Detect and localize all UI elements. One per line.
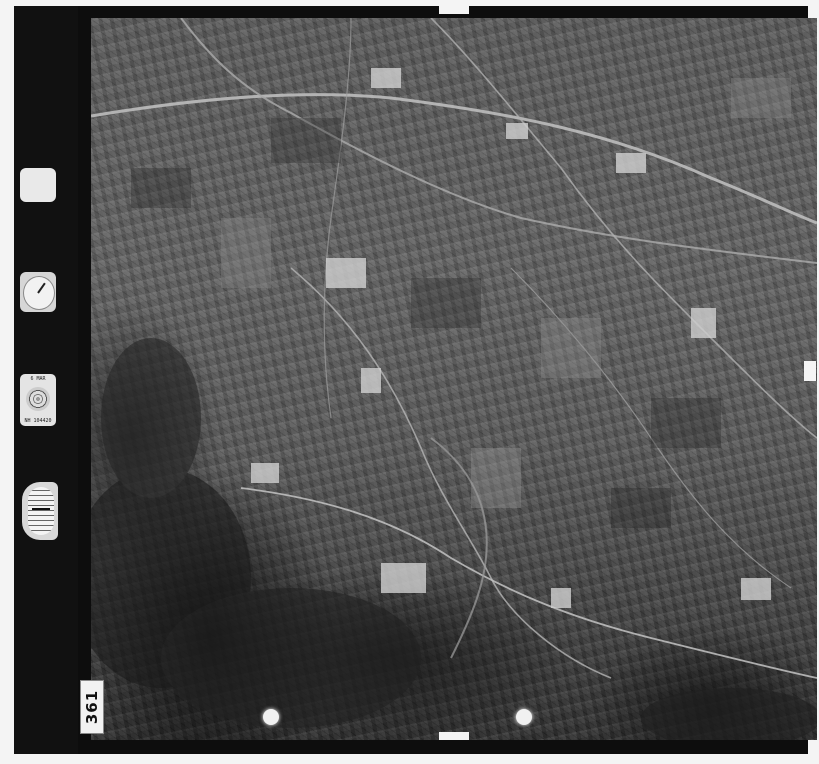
fiducial-notch-right	[804, 361, 816, 381]
altimeter-needle	[32, 508, 50, 510]
aerial-photo	[91, 18, 817, 740]
lens-label-top: 6 MAR	[30, 376, 46, 382]
lens-dial-icon	[26, 387, 50, 411]
road-d	[323, 18, 352, 419]
frame-number-label: 361	[80, 680, 104, 734]
lens-panel: 6 MAR NH 104420	[20, 374, 56, 426]
altimeter-scale	[28, 487, 54, 535]
fiducial-notch-bottom	[439, 732, 469, 740]
frame-number-text: 361	[83, 689, 101, 725]
lens-label-bottom: NH 104420	[24, 418, 52, 424]
registration-dot-left	[263, 709, 279, 725]
blank-card-icon	[20, 168, 56, 202]
altimeter-icon	[22, 482, 58, 540]
highway-road	[91, 93, 817, 225]
terrain-features	[91, 18, 817, 740]
fiducial-notch-top	[439, 6, 469, 14]
registration-dot-right	[516, 709, 532, 725]
field-patches	[131, 78, 791, 528]
clock-icon	[20, 272, 56, 312]
film-frame	[14, 6, 817, 754]
